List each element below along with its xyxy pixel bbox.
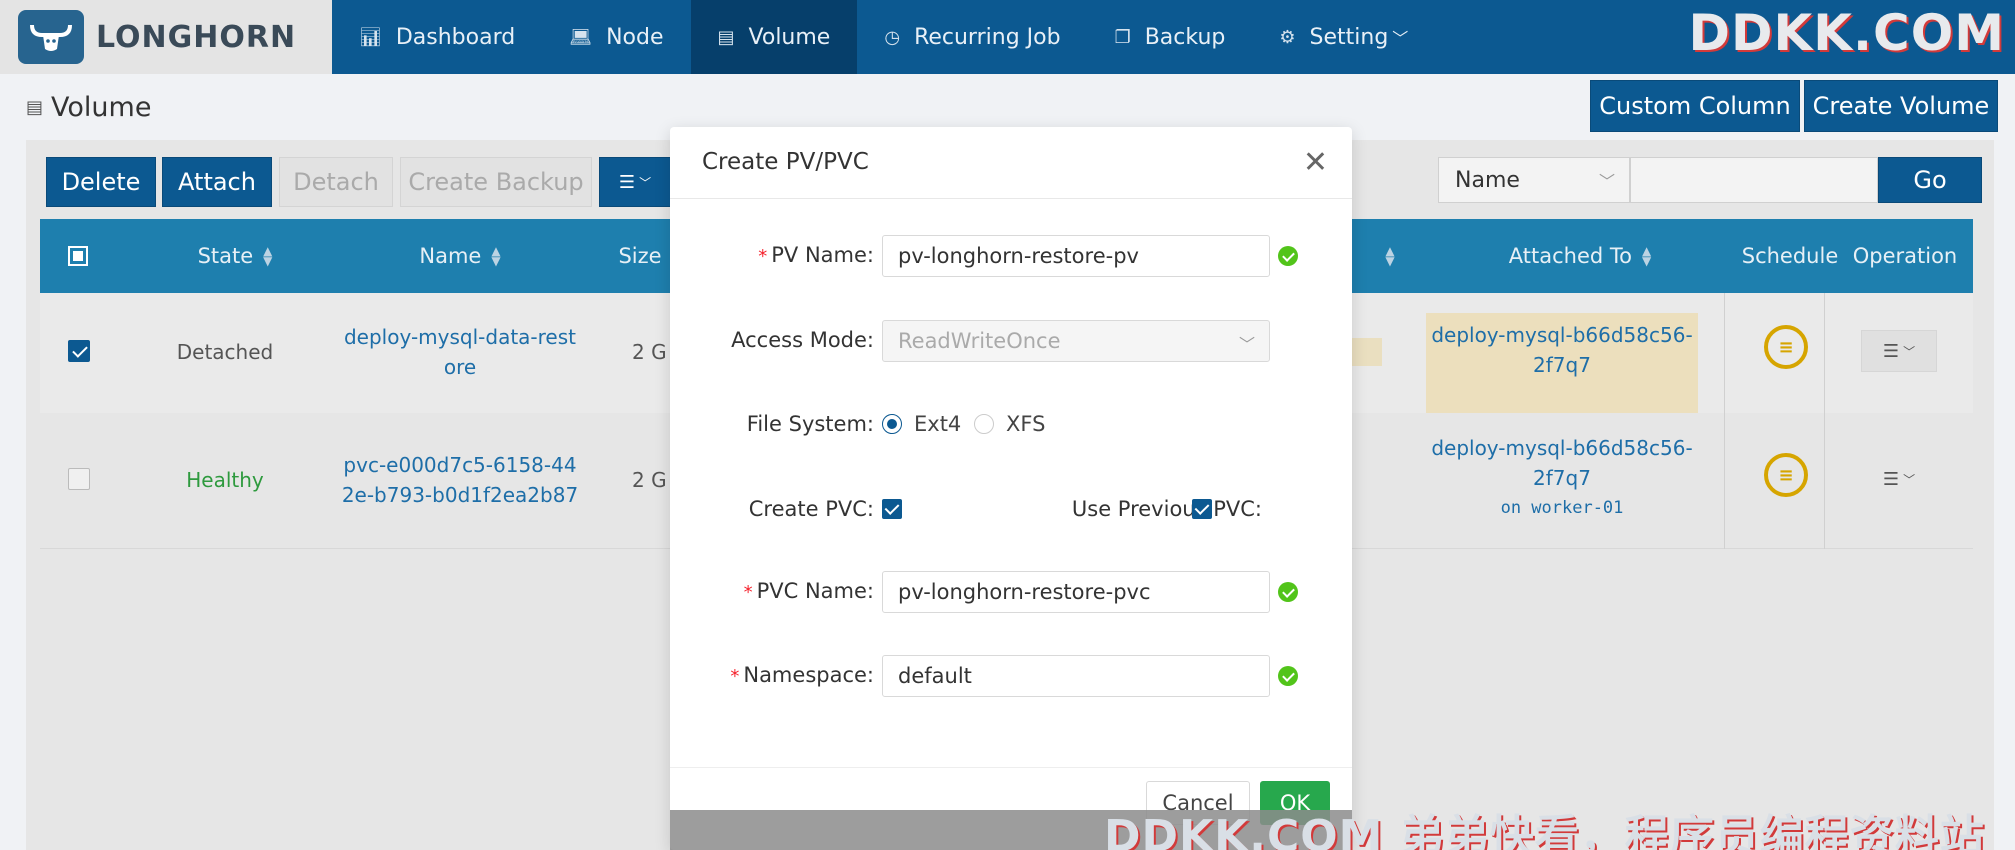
clock-icon: ◷ <box>884 26 901 48</box>
watermark: DDKK.COM <box>1688 4 2005 62</box>
modal-footer-divider <box>670 767 1352 768</box>
th-size[interactable]: Size <box>600 219 680 293</box>
row-attached-link[interactable]: deploy-mysql-b66d58c56- 2f7q7 <box>1426 320 1698 380</box>
longhorn-logo-icon <box>18 10 84 64</box>
create-backup-button[interactable]: Create Backup <box>400 157 592 207</box>
row-size: 2 G <box>632 340 667 364</box>
select-all-checkbox[interactable] <box>68 246 88 266</box>
list-icon: ☰ <box>618 171 636 193</box>
sort-icon: ▲ ▼ <box>1385 244 1395 268</box>
row-state: Healthy <box>186 468 264 492</box>
pvc-name-input[interactable]: pv-longhorn-restore-pvc <box>882 571 1270 613</box>
bar-chart-icon: 📊︎ <box>359 26 382 48</box>
chevron-down-icon: ﹀ <box>1392 29 1409 48</box>
filter-value-input[interactable] <box>1630 157 1878 203</box>
modal-header: Create PV/PVC ✕ <box>670 127 1352 199</box>
nav-item-backup[interactable]: ❐ Backup <box>1088 0 1253 74</box>
sort-icon-hidden-column[interactable]: ▲ ▼ <box>1355 219 1415 293</box>
delete-button[interactable]: Delete <box>46 157 156 207</box>
fs-ext4-radio[interactable] <box>882 414 902 434</box>
gear-icon: ⚙ <box>1279 26 1296 48</box>
pv-name-input[interactable]: pv-longhorn-restore-pv <box>882 235 1270 277</box>
th-state[interactable]: State ▲ ▼ <box>150 219 320 293</box>
pvc-name-label: * PVC Name: <box>743 579 874 603</box>
chevron-down-icon: ﹀ <box>1598 172 1615 191</box>
row-operation-button[interactable]: ☰ ﹀ <box>1861 458 1937 500</box>
go-button[interactable]: Go <box>1878 157 1982 203</box>
attach-button[interactable]: Attach <box>162 157 272 207</box>
logo-text: LONGHORN <box>96 19 297 55</box>
fs-ext4-label[interactable]: Ext4 <box>914 412 961 436</box>
row-state: Detached <box>176 340 274 364</box>
chevron-down-icon: ﹀ <box>1903 472 1916 487</box>
modal-title: Create PV/PVC <box>702 149 869 175</box>
chevron-down-icon: ﹀ <box>1238 335 1255 354</box>
list-icon: ☰ <box>1882 468 1900 490</box>
row-operation-button[interactable]: ☰ ﹀ <box>1861 330 1937 372</box>
valid-check-icon <box>1278 246 1298 266</box>
pv-name-label: * PV Name: <box>758 243 874 267</box>
detach-button[interactable]: Detach <box>279 157 393 207</box>
row-name-link[interactable]: deploy-mysql-data-rest ore <box>330 322 590 382</box>
bulk-actions-button[interactable]: ☰ ﹀ <box>599 157 671 207</box>
list-icon: ☰ <box>1882 340 1900 362</box>
row-name-link[interactable]: pvc-e000d7c5-6158-44 2e-b793-b0d1f2ea2b8… <box>330 450 590 510</box>
namespace-input[interactable]: default <box>882 655 1270 697</box>
logo-area[interactable]: LONGHORN <box>0 0 332 74</box>
schedule-icon[interactable]: ≡ <box>1764 453 1808 497</box>
use-previous-pvc-checkbox[interactable] <box>1192 499 1212 519</box>
create-volume-button[interactable]: Create Volume <box>1804 80 1998 132</box>
nav-item-dashboard[interactable]: 📊︎ Dashboard <box>332 0 542 74</box>
valid-check-icon <box>1278 582 1298 602</box>
database-icon: ▤ <box>26 97 44 118</box>
th-schedule: Schedule <box>1741 244 1839 268</box>
close-icon[interactable]: ✕ <box>1303 145 1328 180</box>
row-attached-link[interactable]: deploy-mysql-b66d58c56- 2f7q7 <box>1426 433 1698 493</box>
top-navbar: LONGHORN 📊︎ Dashboard 💻︎ Node ▤ Volume ◷… <box>0 0 2015 74</box>
page-title: ▤ Volume <box>26 92 152 123</box>
valid-check-icon <box>1278 666 1298 686</box>
nav-item-node[interactable]: 💻︎ Node <box>542 0 690 74</box>
th-name[interactable]: Name ▲ ▼ <box>350 219 570 293</box>
row-attached-node: on worker-01 <box>1500 498 1624 518</box>
use-previous-pvc-label: Use Previous PVC: <box>1071 497 1262 521</box>
create-pvc-label: Create PVC: <box>748 497 874 521</box>
chevron-down-icon: ﹀ <box>1903 344 1916 359</box>
create-pv-pvc-modal: Create PV/PVC ✕ * PV Name: pv-longhorn-re… <box>670 127 1352 850</box>
nav-item-recurring-job[interactable]: ◷ Recurring Job <box>857 0 1087 74</box>
custom-column-button[interactable]: Custom Column <box>1590 80 1800 132</box>
database-icon: ▤ <box>717 26 735 48</box>
fs-xfs-radio[interactable] <box>974 414 994 434</box>
footer-watermark: DDKK.COM 弟弟快看，程序员编程资料站 <box>1104 811 1985 850</box>
namespace-label: * Namespace: <box>730 663 874 687</box>
fs-xfs-label[interactable]: XFS <box>1006 412 1045 436</box>
copy-icon: ❐ <box>1114 26 1131 48</box>
file-system-label: File System: <box>746 412 874 436</box>
schedule-icon[interactable]: ≡ <box>1764 325 1808 369</box>
row-checkbox[interactable] <box>68 340 90 362</box>
th-attached-to[interactable]: Attached To ▲ ▼ <box>1460 219 1700 293</box>
sort-icon: ▲ ▼ <box>263 244 273 268</box>
nav-item-volume[interactable]: ▤ Volume <box>690 0 858 74</box>
access-mode-label: Access Mode: <box>731 328 874 352</box>
sort-icon: ▲ ▼ <box>1642 244 1652 268</box>
filter-field-select[interactable]: Name ﹀ <box>1438 157 1630 203</box>
laptop-icon: 💻︎ <box>569 26 593 48</box>
nav-item-setting[interactable]: ⚙ Setting ﹀ <box>1252 0 1435 74</box>
th-operation: Operation <box>1852 244 1958 268</box>
row-checkbox[interactable] <box>68 468 90 490</box>
chevron-down-icon: ﹀ <box>639 175 652 190</box>
main-nav: 📊︎ Dashboard 💻︎ Node ▤ Volume ◷ Recurrin… <box>332 0 1435 74</box>
row-size: 2 G <box>632 468 667 492</box>
sort-icon: ▲ ▼ <box>491 244 501 268</box>
access-mode-select[interactable]: ReadWriteOnce ﹀ <box>882 320 1270 362</box>
create-pvc-checkbox[interactable] <box>882 499 902 519</box>
